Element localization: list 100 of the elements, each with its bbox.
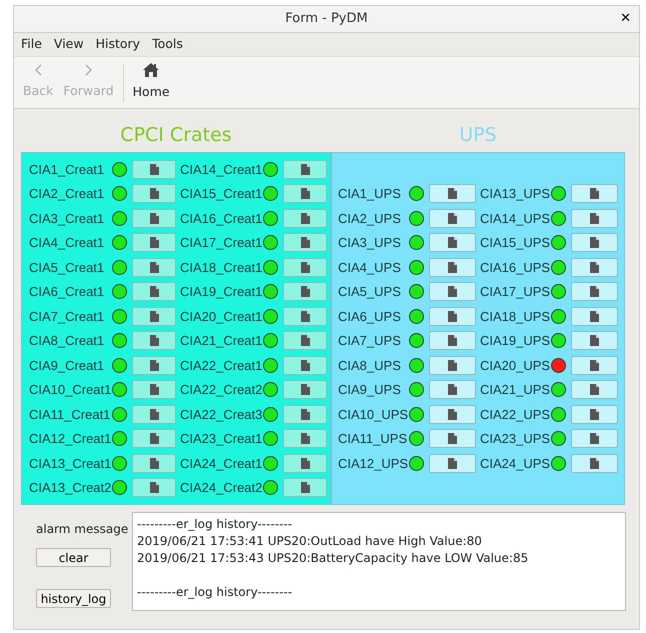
details-button[interactable] [571, 331, 618, 350]
details-button[interactable] [132, 184, 176, 204]
details-button[interactable] [283, 478, 327, 498]
details-button[interactable] [132, 404, 176, 424]
document-icon [300, 237, 310, 248]
details-button[interactable] [429, 429, 476, 448]
details-button[interactable] [571, 184, 618, 204]
details-button[interactable] [429, 356, 476, 375]
details-button[interactable] [283, 282, 327, 302]
details-button[interactable] [571, 306, 618, 326]
details-button[interactable] [283, 184, 327, 204]
document-icon [150, 360, 158, 371]
details-button[interactable] [132, 429, 176, 448]
details-button[interactable] [429, 208, 476, 228]
details-button[interactable] [429, 184, 476, 204]
details-button[interactable] [429, 282, 476, 302]
device-label: CIA20_UPS [480, 356, 551, 375]
device-label: CIA20_Creat1 [180, 308, 263, 326]
details-button[interactable] [283, 429, 327, 448]
document-icon [300, 458, 310, 469]
menu-item[interactable]: History [96, 35, 140, 54]
details-button[interactable] [132, 331, 176, 350]
document-icon [590, 360, 599, 371]
details-button[interactable] [429, 306, 476, 326]
log-textbox[interactable]: ---------er_log history-------- 2019/06/21 17:53:41 UPS20:OutLoad have High Value:80 2019/06/21 17:53:43 UPS20:BatteryCapacity have LOW Value:85 ---------er_log history-------- [132, 512, 626, 611]
document-icon [590, 310, 599, 322]
document-icon [300, 212, 310, 224]
details-button[interactable] [429, 404, 476, 424]
document-icon [150, 384, 158, 396]
device-label: CIA7_UPS [338, 332, 402, 350]
details-button[interactable] [283, 356, 327, 375]
details-button[interactable] [132, 356, 176, 375]
details-button[interactable] [571, 233, 618, 252]
device-label: CIA24_Creat2 [180, 479, 263, 497]
details-button[interactable] [132, 258, 176, 277]
document-icon [448, 262, 457, 273]
document-icon [300, 433, 310, 444]
details-button[interactable] [283, 454, 327, 473]
document-icon [300, 188, 310, 200]
details-button[interactable] [571, 258, 618, 277]
details-button[interactable] [429, 380, 476, 400]
details-button[interactable] [429, 454, 476, 473]
device-label: CIA23_Creat1 [180, 430, 263, 448]
device-label: CIA21_Creat1 [180, 332, 263, 350]
document-icon [590, 212, 599, 224]
toolbar-button[interactable]: Home [128, 63, 175, 102]
details-button[interactable] [132, 282, 176, 302]
details-button[interactable] [429, 331, 476, 350]
alarm-message-label: alarm message [36, 521, 128, 538]
details-button[interactable] [132, 208, 176, 228]
menu-item[interactable]: File [21, 35, 42, 54]
device-label: CIA15_UPS [480, 234, 551, 252]
device-label: CIA6_Creat1 [29, 283, 106, 301]
device-label: CIA21_UPS [480, 381, 551, 399]
details-button[interactable] [571, 454, 618, 473]
device-label: CIA17_UPS [480, 283, 551, 301]
clear-button[interactable]: clear [36, 548, 111, 567]
details-button[interactable] [132, 478, 176, 498]
device-label: CIA16_Creat1 [180, 210, 263, 228]
document-icon [448, 360, 457, 371]
section-heading: UPS [458, 123, 498, 143]
details-button[interactable] [571, 380, 618, 400]
device-label: CIA12_Creat1 [29, 430, 112, 448]
device-label: CIA13_UPS [480, 185, 551, 203]
device-label: CIA11_UPS [338, 430, 408, 448]
device-label: CIA3_Creat1 [29, 210, 106, 228]
menu-item[interactable]: Tools [152, 35, 183, 54]
device-label: CIA1_Creat1 [29, 160, 106, 179]
document-icon [150, 310, 158, 322]
device-label: CIA5_Creat1 [29, 258, 106, 277]
details-button[interactable] [283, 233, 327, 252]
device-label: CIA22_Creat2 [180, 381, 263, 399]
details-button[interactable] [429, 258, 476, 277]
device-label: CIA14_UPS [480, 210, 551, 228]
device-label: CIA10_Creat1 [29, 381, 112, 399]
details-button[interactable] [283, 208, 327, 228]
details-button[interactable] [571, 429, 618, 448]
details-button[interactable] [132, 233, 176, 252]
details-button[interactable] [283, 380, 327, 400]
history-log-button[interactable]: history_log [36, 589, 111, 608]
details-button[interactable] [571, 356, 618, 375]
details-button[interactable] [132, 306, 176, 326]
window-title: Form - PyDM [285, 10, 368, 28]
details-button[interactable] [132, 160, 176, 179]
details-button[interactable] [571, 404, 618, 424]
menu-item[interactable]: View [54, 35, 84, 54]
device-label: CIA10_UPS [338, 406, 409, 424]
details-button[interactable] [283, 404, 327, 424]
details-button[interactable] [571, 208, 618, 228]
document-icon [590, 262, 599, 273]
details-button[interactable] [283, 306, 327, 326]
details-button[interactable] [283, 258, 327, 277]
details-button[interactable] [429, 233, 476, 252]
details-button[interactable] [132, 454, 176, 473]
document-icon [300, 262, 310, 273]
details-button[interactable] [283, 331, 327, 350]
details-button[interactable] [283, 160, 327, 179]
device-label: CIA6_UPS [338, 308, 402, 326]
details-button[interactable] [132, 380, 176, 400]
details-button[interactable] [571, 282, 618, 302]
